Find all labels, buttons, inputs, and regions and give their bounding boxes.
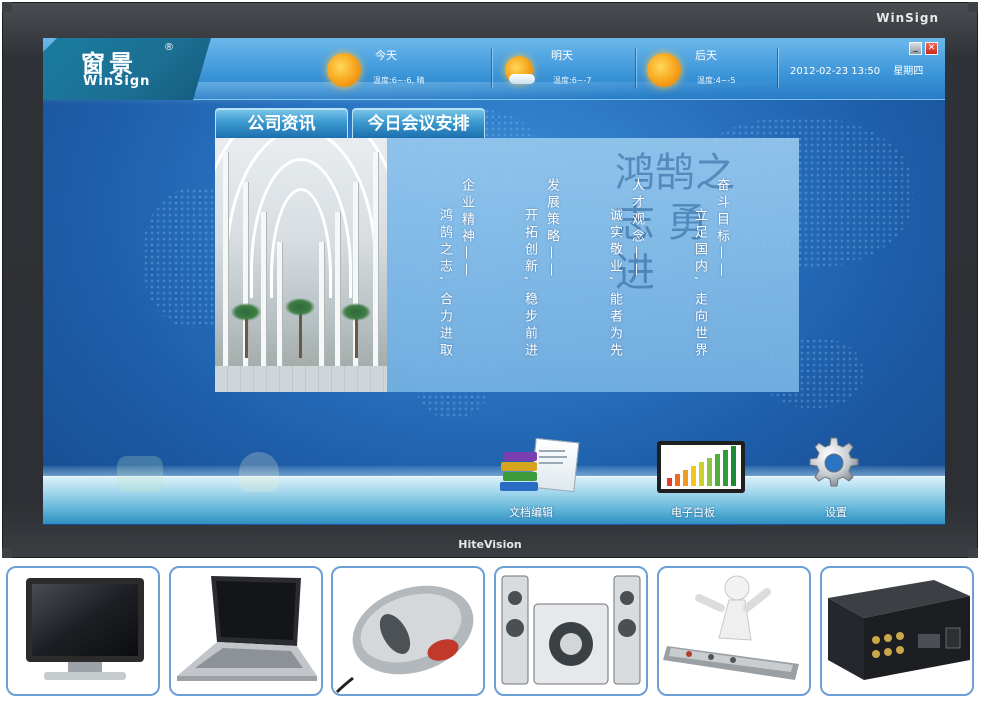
clock: 2012-02-23 13:50 星期四 [790,62,923,77]
clock-datetime: 2012-02-23 13:50 [790,66,881,77]
app-screen: 窗景 ® WinSign 今天 温度:6~-6, 晴 明天 温度:6~-7 后天… [43,38,945,525]
content-panel: 鸿鹄之志 勇进 企业精神—— 鸿鹄之志, 合力进取 发展策略—— 开拓创新, 稳… [215,138,799,392]
value-heading: 人才观念—— [629,178,644,280]
value-strategy-body: 开拓创新, 稳步前进 [522,208,537,361]
settings-button[interactable] [807,436,861,490]
weather-tomorrow: 明天 温度:6~-7 [501,38,631,100]
building-photo [215,138,387,392]
header-bar: 窗景 ® WinSign 今天 温度:6~-6, 晴 明天 温度:6~-7 后天… [43,38,945,112]
weather-day-label: 后天 [695,49,717,62]
value-goal-body: 立足国内, 走向世界 [692,208,707,361]
whiteboard-chart-icon [661,445,741,489]
hardware-box-icon [828,580,970,680]
bezel-brand-top: WinSign [876,11,939,25]
whiteboard-button[interactable] [657,441,745,493]
gear-icon [809,437,859,487]
value-goal: 奋斗目标—— [713,178,729,280]
faded-app-icon [117,456,163,492]
tab-today-meetings[interactable]: 今日会议安排 [352,108,485,138]
laptop-icon [177,576,317,681]
value-heading: 企业精神—— [459,178,474,280]
device-tile-speakers [494,566,648,696]
value-spirit-body: 鸿鹄之志, 合力进取 [437,208,452,361]
bezel-brand-bottom: HiteVision [458,538,522,551]
sun-icon [327,53,361,87]
weather-day-label: 明天 [551,49,573,62]
weather-temp: 温度:6~-6, 晴 [373,76,425,85]
value-talent-body: 诚实敬业, 能者为先 [607,208,622,361]
logo-english: WinSign [83,74,151,89]
app-logo: 窗景 ® WinSign [43,38,211,100]
computer-mouse-icon [335,585,474,694]
value-talent: 人才观念—— [628,178,644,280]
logo-registered-mark: ® [164,42,174,53]
weather-temp: 温度:4~-5 [697,76,736,85]
device-tile-laptop [169,566,323,696]
weather-today: 今天 温度:6~-6, 晴 [325,38,485,100]
speaker-system-icon [501,575,641,685]
faded-bell-icon [239,452,279,492]
value-heading: 奋斗目标—— [714,178,729,280]
document-edit-button[interactable] [497,437,587,498]
dock-label-document: 文档编辑 [509,506,553,519]
weather-temp: 温度:6~-7 [553,76,592,85]
value-spirit: 企业精神—— [458,178,474,280]
sun-icon [647,53,681,87]
weather-day-label: 今天 [375,49,397,62]
close-button[interactable]: ✕ [925,42,938,55]
remote-control-icon [663,575,799,680]
value-heading: 发展策略—— [544,178,559,280]
minimize-button[interactable]: _ [909,42,922,55]
value-strategy: 发展策略—— [543,178,559,280]
dock-label-settings: 设置 [825,506,847,519]
weather-day-after: 后天 温度:4~-5 [645,38,785,100]
device-tile-tv [6,566,160,696]
device-tile-remote [657,566,811,696]
tab-company-news[interactable]: 公司资讯 [215,108,348,138]
books-document-icon [497,437,587,498]
clock-weekday: 星期四 [893,66,924,77]
flat-panel-tv-icon [26,578,144,680]
device-tile-box [820,566,974,696]
monitor-bezel: WinSign HiteVision 窗景 ® WinSign 今天 温度:6~… [2,2,978,558]
device-tile-mouse [331,566,485,696]
dock-label-whiteboard: 电子白板 [671,506,715,519]
